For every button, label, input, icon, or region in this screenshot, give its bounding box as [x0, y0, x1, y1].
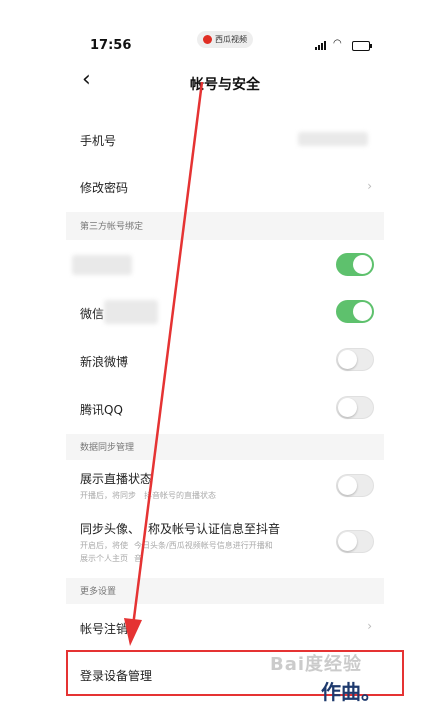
annotation-arrow: [124, 81, 204, 646]
overlay-corner-text: 作曲。: [321, 680, 381, 704]
watermark: Bai度经验: [270, 654, 363, 675]
